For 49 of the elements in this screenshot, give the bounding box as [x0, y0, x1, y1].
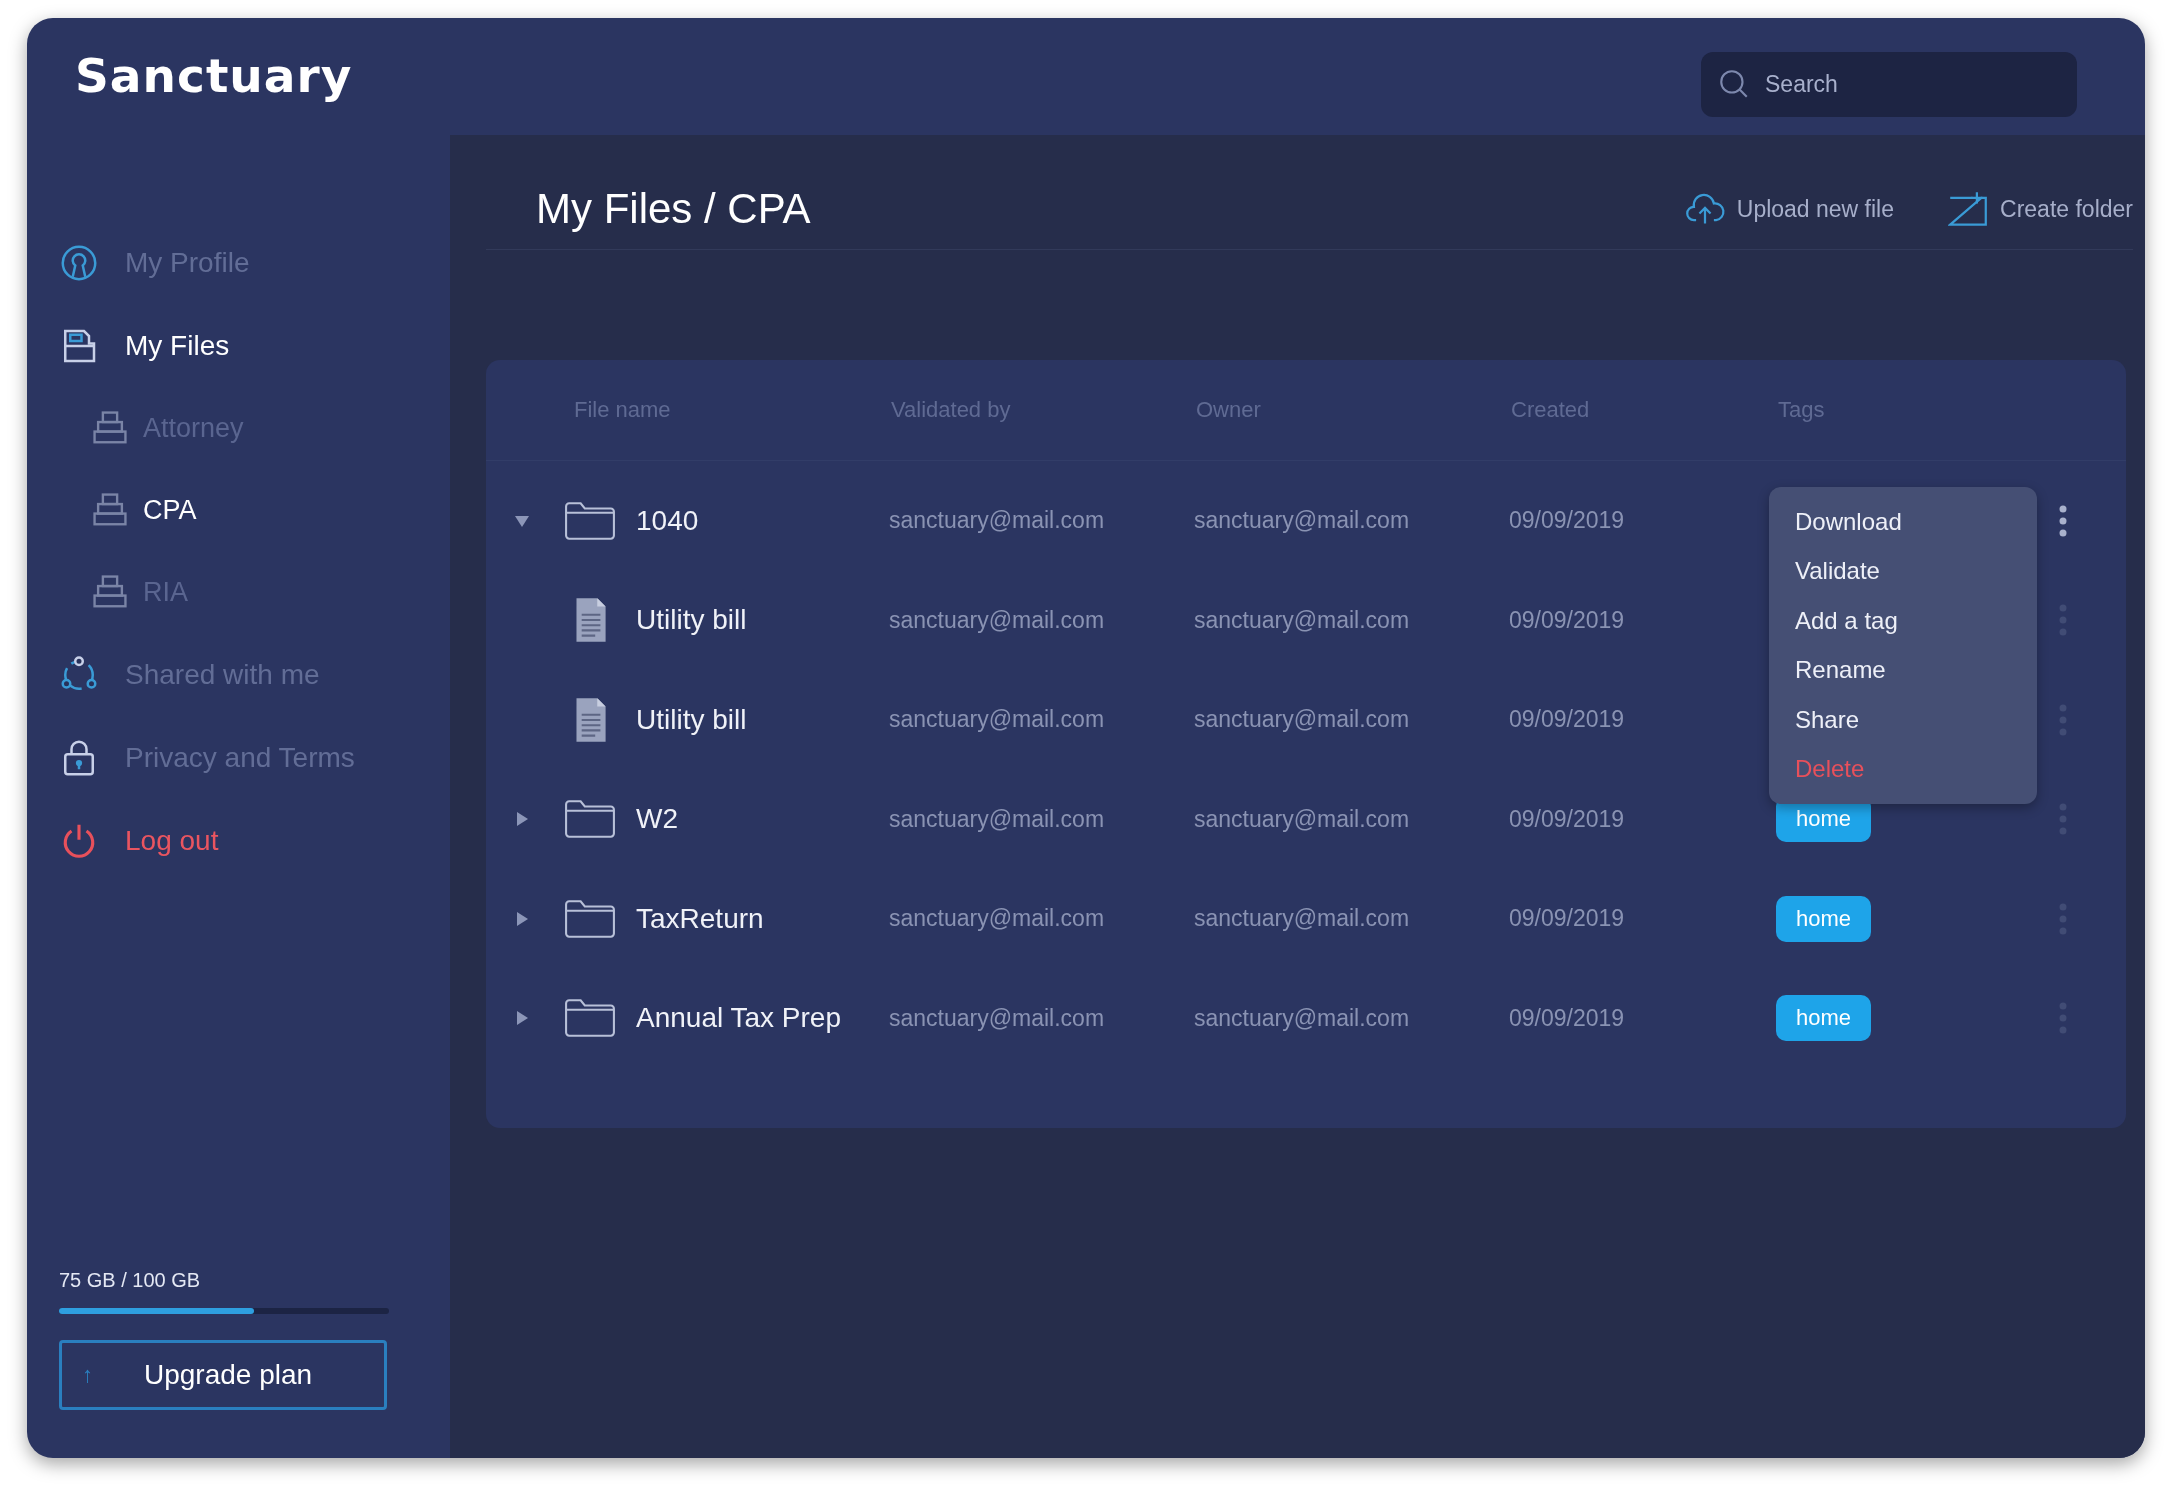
- table-cell-text: 09/09/2019: [1509, 706, 1626, 734]
- file-name[interactable]: W2: [636, 803, 678, 836]
- arrow-up-icon: ↑: [82, 1362, 144, 1388]
- more-icon[interactable]: [2058, 503, 2068, 538]
- menu-item[interactable]: Share: [1769, 695, 2037, 745]
- sidebar-subitem[interactable]: CPA: [27, 469, 450, 551]
- sidebar-label: My Files: [125, 329, 230, 362]
- table-cell-text: sanctuary@mail.com: [889, 706, 1106, 734]
- sidebar-label: CPA: [143, 494, 197, 526]
- file-name[interactable]: 1040: [636, 504, 699, 537]
- app-logo: Sanctuary: [74, 48, 354, 103]
- table-cell-text: 09/09/2019: [1509, 905, 1626, 933]
- sidebar-label: Shared with me: [125, 658, 320, 691]
- table-cell-text: sanctuary@mail.com: [889, 606, 1106, 634]
- table-cell-text: 09/09/2019: [1509, 606, 1626, 634]
- storage-label: 75 GB / 100 GB: [59, 1269, 202, 1292]
- table-cell-text: sanctuary@mail.com: [1194, 606, 1411, 634]
- table-cell-text: sanctuary@mail.com: [1194, 1004, 1411, 1032]
- table-cell-text: sanctuary@mail.com: [1194, 507, 1411, 535]
- action-link[interactable]: Upload new file: [1684, 191, 1895, 227]
- sidebar-label: My Profile: [125, 246, 250, 279]
- table-cell-text: sanctuary@mail.com: [889, 507, 1106, 535]
- sidebar-label: Log out: [125, 824, 219, 857]
- menu-item[interactable]: Download: [1769, 497, 2037, 547]
- table-cell-text: sanctuary@mail.com: [1194, 805, 1411, 833]
- expand-toggle-icon[interactable]: [514, 811, 530, 828]
- upgrade-button[interactable]: ↑ Upgrade plan: [59, 1340, 387, 1410]
- file-name[interactable]: Utility bill: [636, 703, 747, 736]
- table-cell-text: sanctuary@mail.com: [889, 905, 1106, 933]
- menu-item[interactable]: Validate: [1769, 546, 2037, 596]
- action-link[interactable]: Create folder: [1948, 191, 2133, 227]
- table-cell-text: 09/09/2019: [1509, 1004, 1626, 1032]
- expand-toggle-icon[interactable]: [514, 910, 530, 927]
- table-cell-text: sanctuary@mail.com: [889, 805, 1106, 833]
- table-cell-text: sanctuary@mail.com: [889, 1004, 1106, 1032]
- table-cell-text: sanctuary@mail.com: [1194, 905, 1411, 933]
- menu-item[interactable]: Add a tag: [1769, 596, 2037, 646]
- file-name[interactable]: TaxReturn: [636, 902, 764, 935]
- file-name[interactable]: Utility bill: [636, 604, 747, 637]
- table-cell-text: 09/09/2019: [1509, 507, 1626, 535]
- sidebar-label: Privacy and Terms: [125, 741, 355, 774]
- menu-item[interactable]: Rename: [1769, 645, 2037, 695]
- expand-toggle-icon[interactable]: [514, 1010, 530, 1027]
- table-cell-text: sanctuary@mail.com: [1194, 706, 1411, 734]
- table-cell-text: 09/09/2019: [1509, 805, 1626, 833]
- breadcrumb: My Files / CPA: [536, 185, 811, 233]
- sidebar-item[interactable]: My Files: [27, 304, 450, 387]
- file-name[interactable]: Annual Tax Prep: [636, 1002, 841, 1035]
- search-field[interactable]: Search: [1701, 52, 2077, 117]
